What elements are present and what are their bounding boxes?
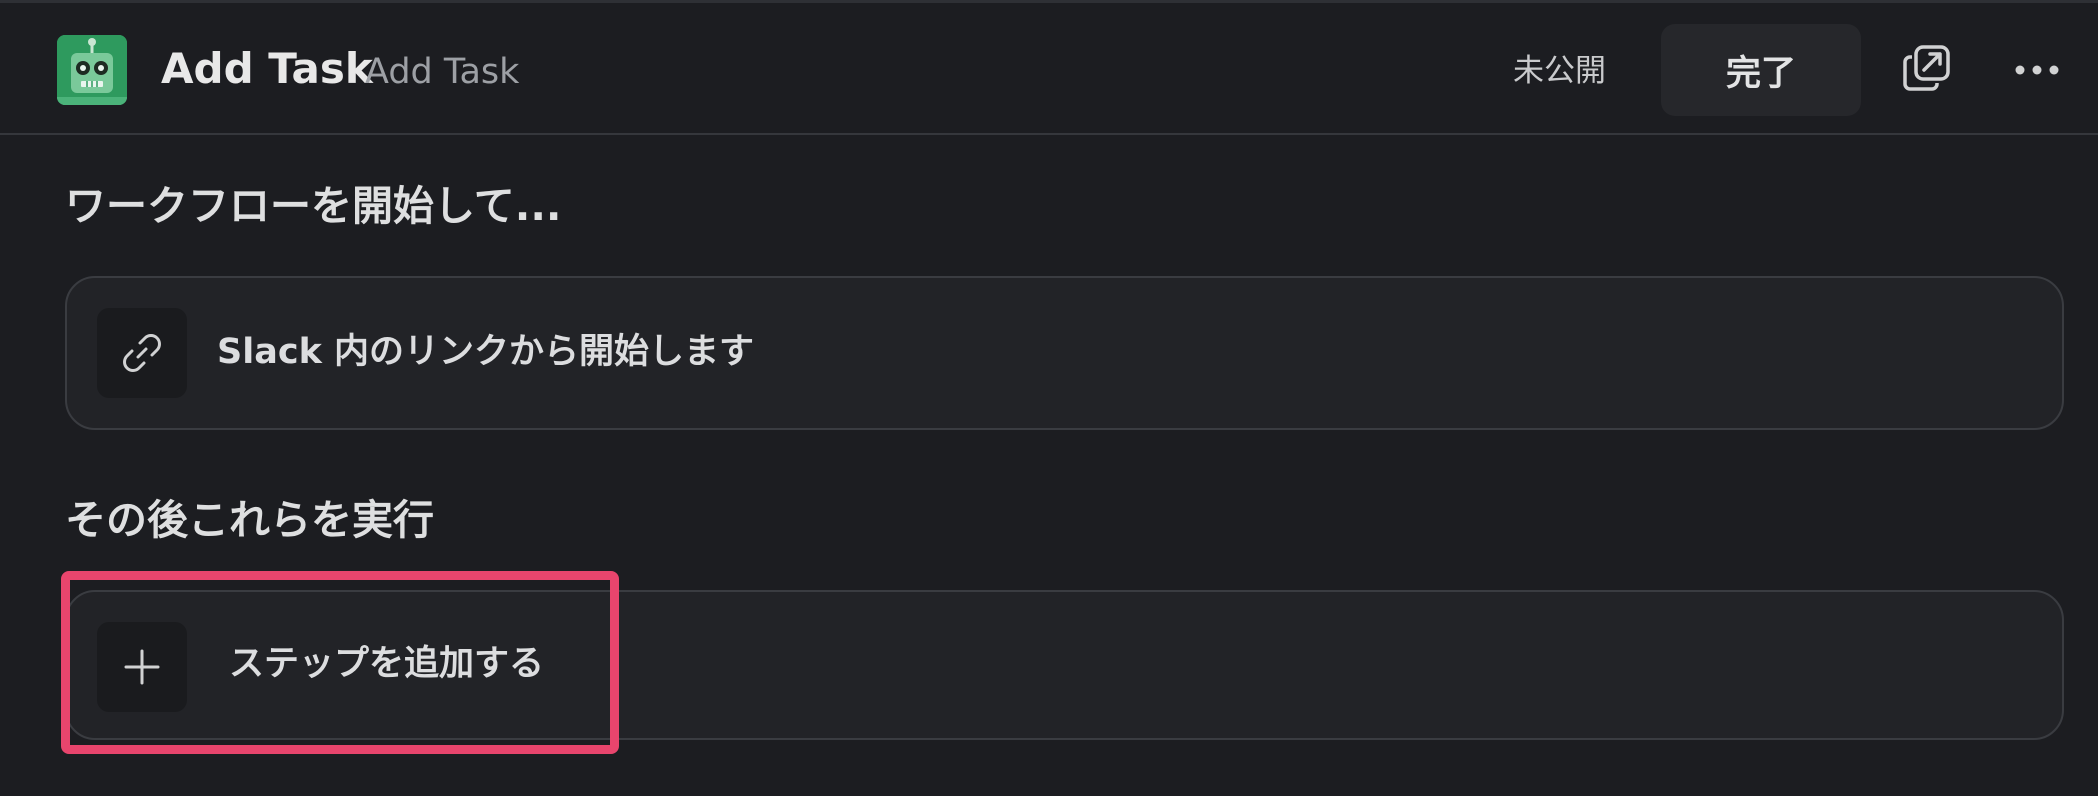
open-in-window-button[interactable]	[1892, 33, 1962, 103]
workflow-subtitle: Add Task	[365, 52, 520, 92]
trigger-card-label: Slack 内のリンクから開始します	[217, 332, 755, 372]
trigger-section-title: ワークフローを開始して...	[65, 182, 562, 230]
link-icon-box	[97, 308, 187, 398]
more-options-button[interactable]	[2002, 35, 2072, 105]
trigger-card[interactable]: Slack 内のリンクから開始します	[65, 276, 2064, 430]
done-button[interactable]: 完了	[1661, 24, 1861, 116]
plus-icon-box	[97, 622, 187, 712]
robot-icon	[57, 35, 127, 105]
robot-avatar	[57, 35, 127, 105]
add-step-label: ステップを追加する	[229, 644, 545, 684]
steps-section-title: その後これらを実行	[65, 496, 434, 544]
workflow-header: Add Task Add Task 未公開 完了	[0, 3, 2098, 135]
plus-icon	[124, 649, 160, 685]
link-icon	[123, 334, 161, 372]
open-in-window-icon	[1903, 45, 1950, 91]
workflow-title: Add Task	[161, 44, 373, 93]
more-horizontal-icon	[2015, 65, 2059, 75]
add-step-card[interactable]: ステップを追加する	[65, 590, 2064, 740]
publish-status-label: 未公開	[1513, 53, 1606, 89]
